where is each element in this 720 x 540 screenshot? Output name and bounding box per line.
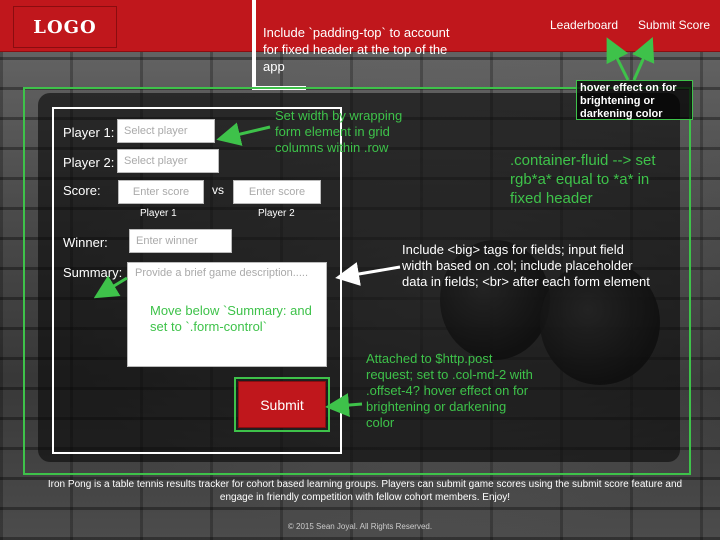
arrow-to-submit-button <box>325 393 363 418</box>
arrow-to-summary-label <box>93 275 128 299</box>
arrow-to-leaderboard <box>606 37 630 81</box>
arrow-to-summary-input <box>335 262 401 286</box>
copyright: © 2015 Sean Joyal. All Rights Reserved. <box>287 522 433 531</box>
footer-description: Iron Pong is a table tennis results trac… <box>47 479 683 503</box>
annotation-arrows <box>93 37 655 418</box>
arrow-to-player-field <box>216 122 271 146</box>
arrow-to-submit-score <box>632 37 655 81</box>
